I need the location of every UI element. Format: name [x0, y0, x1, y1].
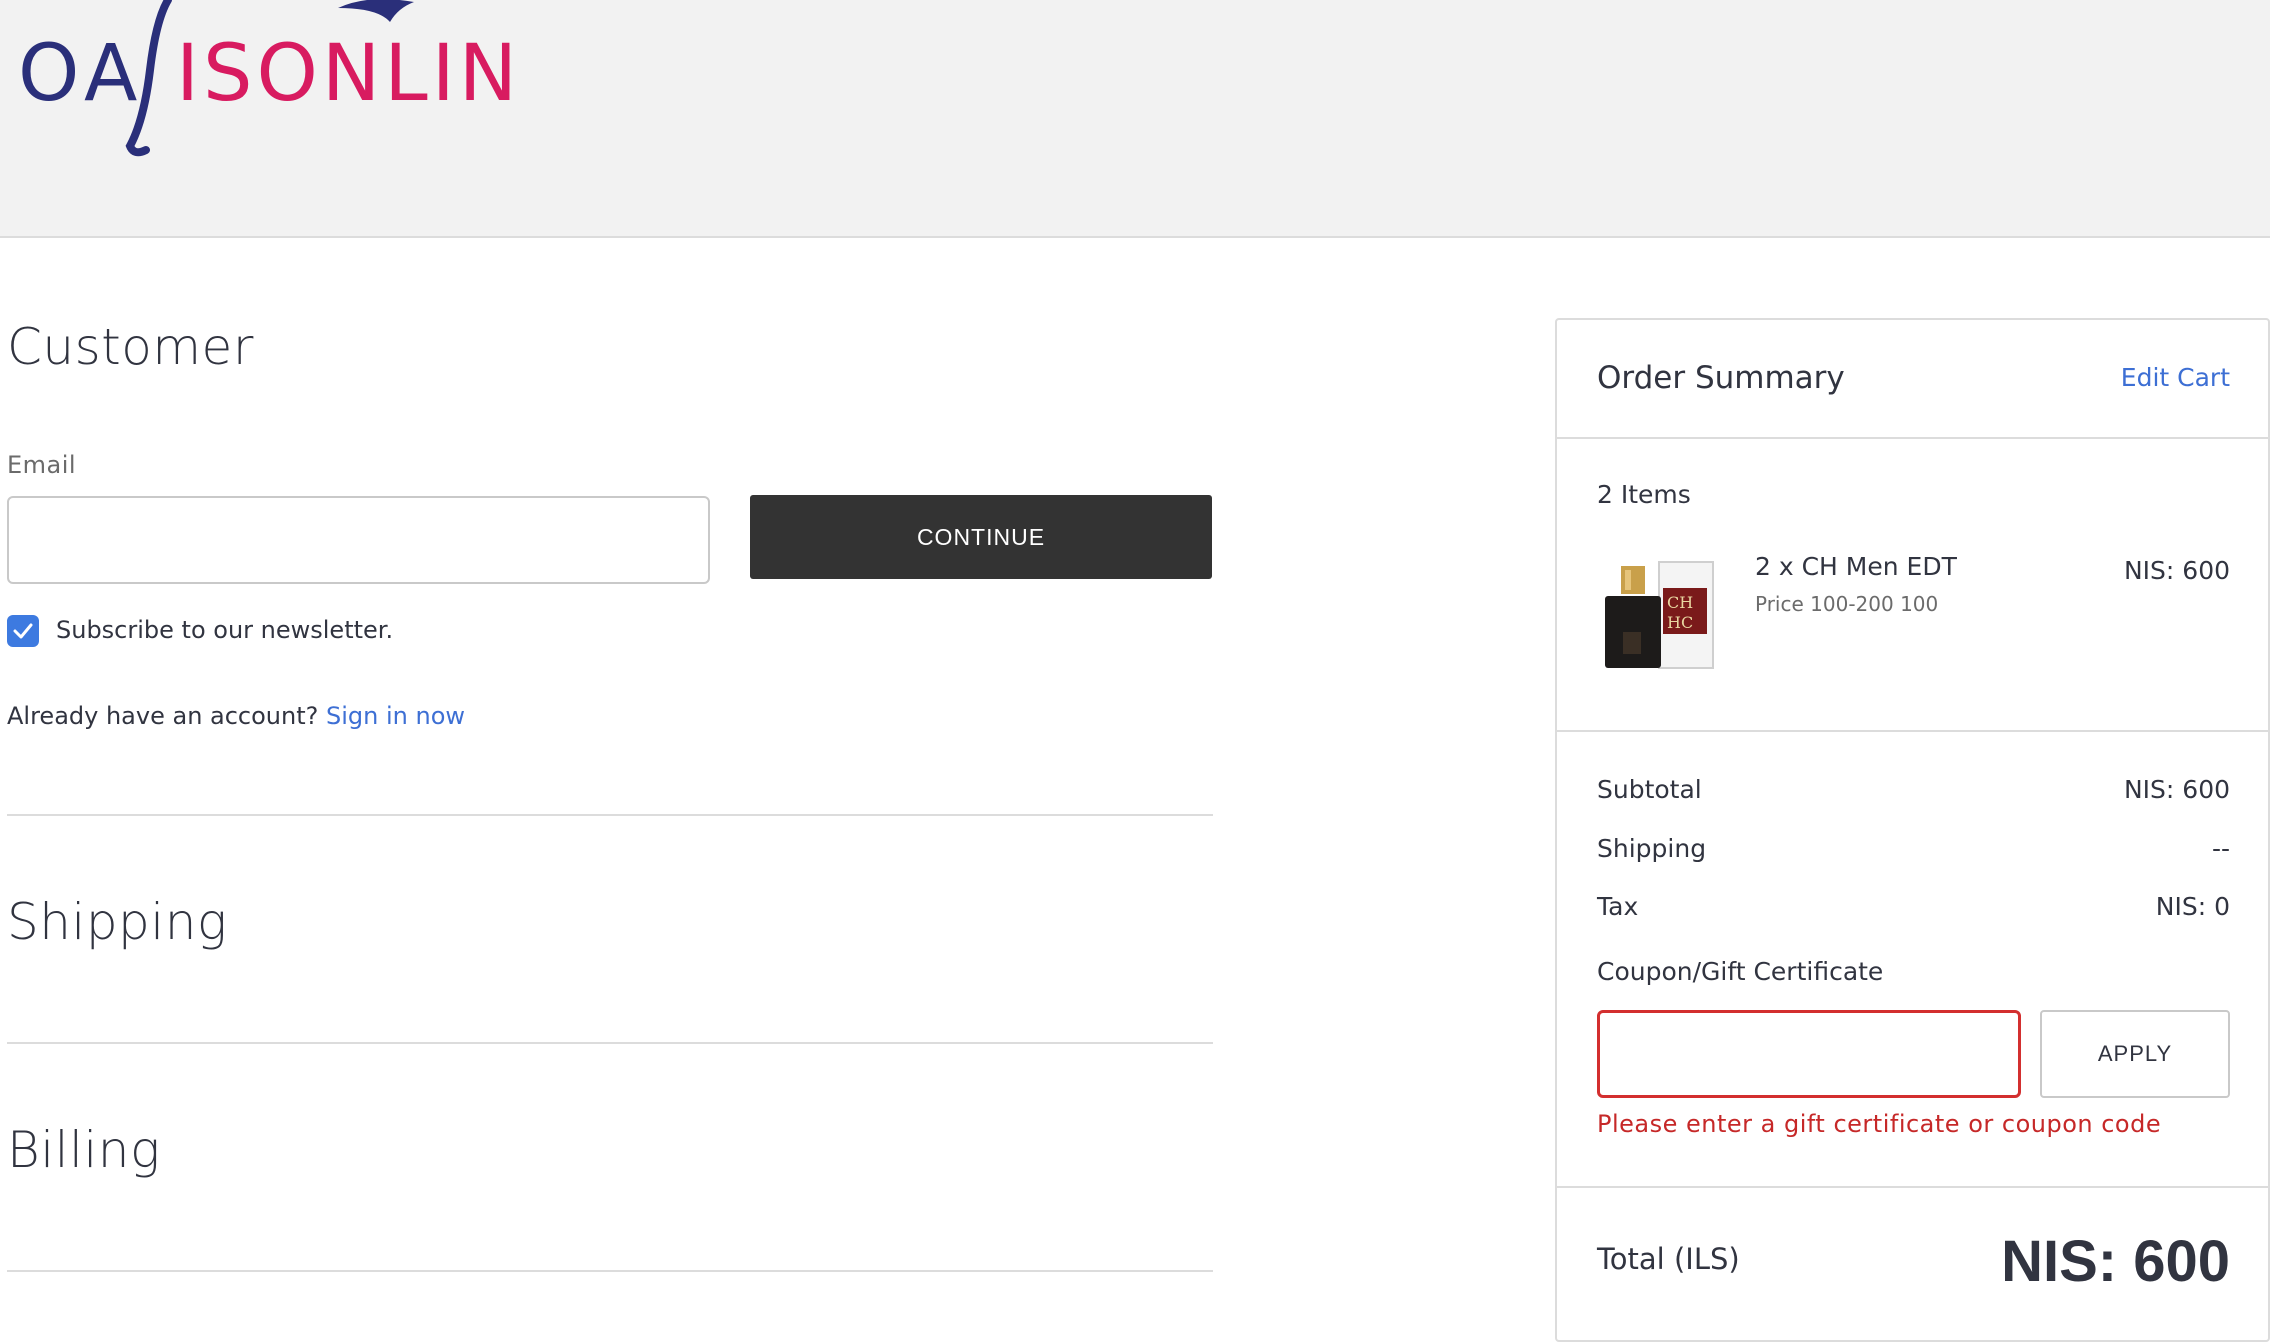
section-divider	[7, 1042, 1213, 1044]
order-summary-title: Order Summary	[1597, 360, 1845, 396]
subtotal-value: NIS: 600	[2123, 775, 2230, 804]
shipping-value: --	[2211, 834, 2230, 863]
logo-text-right: ISONLINE	[176, 29, 518, 119]
subtotal-label: Subtotal	[1597, 775, 1702, 804]
checkmark-icon	[13, 623, 33, 639]
newsletter-label[interactable]: Subscribe to our newsletter.	[56, 616, 393, 644]
logo-text-left: OA	[18, 29, 143, 119]
coupon-error-message: Please enter a gift certificate or coupo…	[1597, 1110, 2162, 1138]
items-count: 2 Items	[1597, 480, 1691, 509]
svg-text:HC: HC	[1667, 613, 1693, 632]
edit-cart-link[interactable]: Edit Cart	[2121, 363, 2230, 392]
total-value: NIS: 600	[2001, 1229, 2230, 1294]
continue-button[interactable]: CONTINUE	[750, 495, 1212, 579]
oasis-online-logo[interactable]: OA ISONLINE	[18, 0, 518, 160]
product-meta: Price 100-200 100	[1755, 592, 1939, 616]
newsletter-checkbox[interactable]	[7, 615, 39, 647]
shipping-label: Shipping	[1597, 834, 1707, 863]
sign-in-link[interactable]: Sign in now	[326, 702, 465, 730]
perfume-bottle-icon: CH HC	[1605, 561, 1714, 669]
coupon-field[interactable]	[1597, 1010, 2021, 1098]
summary-divider	[1557, 437, 2268, 439]
email-label: Email	[7, 451, 77, 479]
product-name: 2 x CH Men EDT	[1755, 552, 1957, 581]
section-divider	[7, 814, 1213, 816]
summary-divider	[1557, 730, 2268, 732]
email-field[interactable]	[7, 496, 710, 584]
site-header: OA ISONLINE	[0, 0, 2270, 238]
apply-coupon-button[interactable]: APPLY	[2040, 1010, 2230, 1098]
summary-divider	[1557, 1186, 2268, 1188]
product-price: NIS: 600	[2123, 556, 2230, 585]
tax-value: NIS: 0	[2155, 892, 2230, 921]
tax-label: Tax	[1597, 892, 1639, 921]
billing-section-title[interactable]: Billing	[7, 1121, 161, 1179]
shipping-section-title[interactable]: Shipping	[7, 893, 227, 951]
total-label: Total (ILS)	[1597, 1242, 1740, 1276]
account-prompt: Already have an account? Sign in now	[7, 702, 465, 730]
svg-text:CH: CH	[1667, 593, 1693, 612]
section-divider	[7, 1270, 1213, 1272]
customer-section-title: Customer	[7, 318, 254, 376]
order-summary: Order Summary Edit Cart 2 Items CH HC 2 …	[1555, 318, 2270, 1342]
account-prompt-text: Already have an account?	[7, 702, 319, 730]
coupon-label: Coupon/Gift Certificate	[1597, 957, 1884, 986]
